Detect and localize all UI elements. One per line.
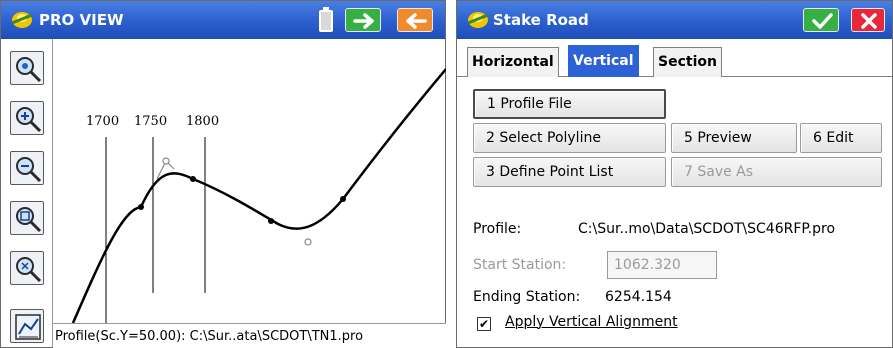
ending-station-label: Ending Station: <box>473 289 581 305</box>
zoom-out-button[interactable] <box>10 151 44 185</box>
profile-status: Profile(Sc.Y=50.00): C:\Sur..ata\SCDOT\T… <box>53 323 446 348</box>
apply-vertical-label[interactable]: Apply Vertical Alignment <box>505 314 678 330</box>
ending-station-value: 6254.154 <box>605 289 672 305</box>
vpi-marker[interactable] <box>162 157 170 165</box>
vpi-marker[interactable] <box>304 238 312 246</box>
back-arrow-button[interactable] <box>397 8 433 32</box>
profile-curve <box>71 68 446 323</box>
zoom-previous-button[interactable] <box>10 251 44 285</box>
view-toolbar <box>1 39 53 347</box>
station-label-1700: 1700 <box>86 114 119 129</box>
tab-bar: Horizontal Vertical Section <box>457 39 892 77</box>
tab-vertical[interactable]: Vertical <box>568 45 639 77</box>
profile-point[interactable] <box>138 204 144 210</box>
pro-view-title: PRO VIEW <box>39 11 124 29</box>
profile-path: C:\Sur..mo\Data\SCDOT\SC46RFP.pro <box>578 221 836 237</box>
zoom-window-icon <box>16 207 42 233</box>
profile-graph-button[interactable] <box>10 309 44 343</box>
tab-section[interactable]: Section <box>653 47 722 77</box>
pro-view-window: PRO VIEW 1700 1750 1800 Profile(Sc.Y=50.… <box>0 0 446 348</box>
checkmark-icon <box>812 13 833 29</box>
tab-horizontal[interactable]: Horizontal <box>467 47 559 77</box>
vertical-tab-content: 1 Profile File 2 Select Polyline 5 Previ… <box>457 77 892 347</box>
zoom-out-icon <box>16 157 42 183</box>
app-logo-icon <box>11 12 33 28</box>
profile-label: Profile: <box>473 221 522 237</box>
start-station-field[interactable]: 1062.320 <box>607 251 717 279</box>
close-button[interactable] <box>851 8 885 32</box>
forward-arrow-icon <box>353 13 374 29</box>
profile-point[interactable] <box>268 218 274 224</box>
edit-button[interactable]: 6 Edit <box>800 123 882 153</box>
ok-button[interactable] <box>803 8 839 32</box>
zoom-in-icon <box>16 107 42 133</box>
zoom-previous-icon <box>16 257 42 283</box>
apply-vertical-checkbox[interactable]: ✔ <box>477 317 491 331</box>
back-arrow-icon <box>406 13 427 29</box>
zoom-in-button[interactable] <box>10 101 44 135</box>
zoom-all-icon <box>16 57 42 83</box>
zoom-all-button[interactable] <box>10 51 44 85</box>
battery-icon <box>319 7 333 32</box>
profile-point[interactable] <box>190 176 196 182</box>
stake-road-titlebar: Stake Road <box>457 1 892 39</box>
preview-button[interactable]: 5 Preview <box>671 123 797 153</box>
save-as-button[interactable]: 7 Save As <box>671 157 882 187</box>
station-label-1750: 1750 <box>134 114 167 129</box>
start-station-label: Start Station: <box>473 257 567 273</box>
profile-point[interactable] <box>340 196 346 202</box>
select-polyline-button[interactable]: 2 Select Polyline <box>473 123 666 153</box>
stake-road-title: Stake Road <box>493 11 589 29</box>
profile-file-button[interactable]: 1 Profile File <box>473 89 666 119</box>
forward-arrow-button[interactable] <box>345 8 381 32</box>
pro-view-titlebar: PRO VIEW <box>1 1 445 39</box>
stake-road-dialog: Stake Road Horizontal Vertical Section 1… <box>456 0 893 348</box>
zoom-window-button[interactable] <box>10 201 44 235</box>
station-label-1800: 1800 <box>186 114 219 129</box>
app-logo-icon <box>467 12 489 28</box>
define-point-list-button[interactable]: 3 Define Point List <box>473 157 666 187</box>
profile-graph-icon <box>15 314 41 340</box>
close-x-icon <box>861 13 877 29</box>
profile-plot[interactable]: 1700 1750 1800 <box>53 39 446 323</box>
